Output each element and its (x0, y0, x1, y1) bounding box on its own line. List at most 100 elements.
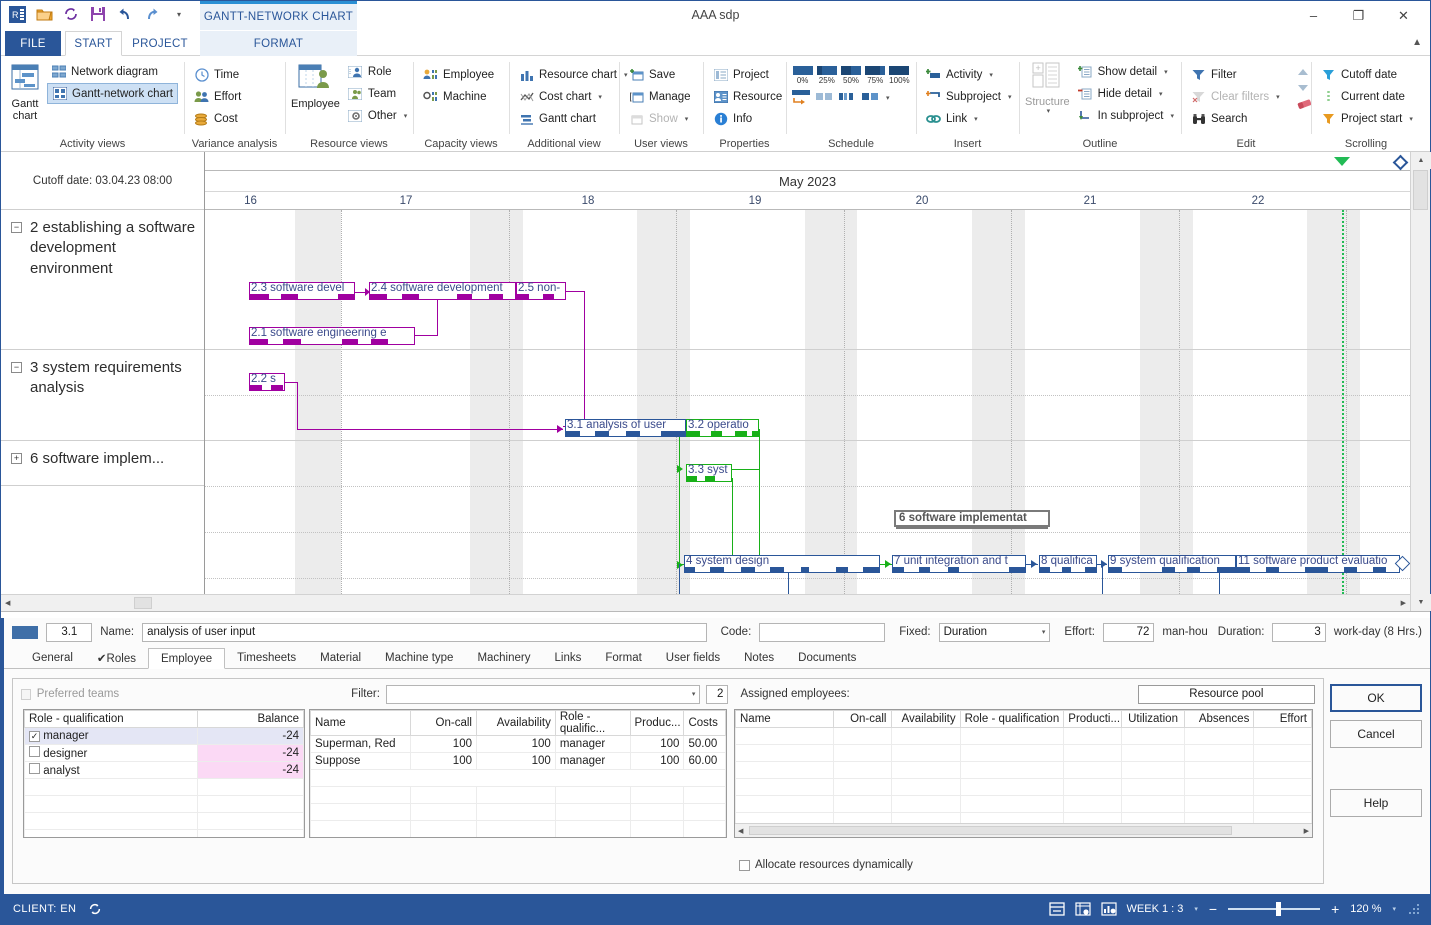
table-row[interactable] (735, 744, 1312, 762)
avail-col-role[interactable]: Role - qualific... (554, 710, 631, 736)
resource-properties-button[interactable]: Resource (709, 86, 782, 107)
role-checkbox-analyst[interactable] (29, 763, 40, 774)
tab-links[interactable]: Links (543, 647, 594, 668)
activity-name-input[interactable]: analysis of user input (142, 622, 707, 642)
chevron-down-icon[interactable]: ▾ (692, 690, 696, 698)
role-cell[interactable] (24, 829, 198, 837)
task-group-row-6[interactable]: + 6 software implem... (1, 441, 204, 486)
gantt-bar-8[interactable]: 8 qualifica (1039, 555, 1097, 573)
code-input[interactable] (759, 622, 886, 642)
employee-view-button[interactable]: Employee (291, 60, 340, 110)
chevron-down-icon[interactable]: ▾ (974, 115, 978, 123)
tab-roles[interactable]: ✔Roles (85, 647, 148, 668)
assigned-col-effort[interactable]: Effort (1253, 710, 1312, 728)
gantt-bars-canvas[interactable]: 6 software implementat 2.3 software deve… (205, 210, 1410, 594)
save-view-button[interactable]: Save (625, 64, 697, 85)
project-properties-button[interactable]: Project (709, 64, 780, 85)
table-row[interactable]: analyst -24 (24, 761, 304, 779)
vertical-scrollbar[interactable]: ▲ ▼ (1410, 152, 1431, 611)
role-button[interactable]: Role (344, 61, 411, 82)
table-row[interactable] (310, 803, 726, 821)
tab-format[interactable]: Format (593, 647, 653, 668)
chevron-down-icon[interactable]: ▾ (886, 94, 890, 102)
role-cell[interactable] (24, 795, 198, 813)
roles-col-balance[interactable]: Balance (196, 710, 304, 728)
in-subproject-button[interactable]: In subproject ▾ (1074, 105, 1178, 126)
chevron-down-icon[interactable]: ▾ (1409, 115, 1413, 123)
assigned-col-oncall[interactable]: On-call (832, 710, 892, 728)
other-button[interactable]: Other ▾ (344, 105, 411, 126)
scroll-right-icon[interactable]: ▶ (1401, 599, 1406, 607)
table-row[interactable] (311, 838, 726, 839)
role-cell[interactable] (24, 812, 198, 830)
cost-button[interactable]: Cost (190, 108, 279, 129)
preferred-teams-checkbox[interactable] (21, 688, 31, 700)
chevron-down-icon[interactable]: ▾ (404, 112, 408, 120)
chevron-down-icon[interactable]: ▾ (1159, 90, 1163, 98)
tab-employee[interactable]: Employee (147, 648, 226, 669)
avail-col-productivity[interactable]: Produc... (629, 710, 685, 736)
manage-view-button[interactable]: Manage (625, 86, 697, 107)
cost-chart-button[interactable]: Cost chart ▾ (515, 86, 613, 107)
gantt-bar-2-4[interactable]: 2.4 software development (369, 282, 516, 300)
detail-view-icon[interactable] (1049, 902, 1066, 917)
table-row[interactable]: ✓ manager -24 (24, 727, 304, 745)
machine-capacity-button[interactable]: Machine (419, 86, 503, 107)
tab-start[interactable]: START (65, 31, 122, 56)
allocate-dynamically-checkbox[interactable] (739, 859, 750, 871)
table-row[interactable] (24, 829, 304, 837)
activity-number-field[interactable]: 3.1 (46, 622, 93, 642)
effort-input[interactable]: 72 (1102, 622, 1155, 642)
collapse-expander-icon[interactable]: − (11, 362, 22, 373)
scroll-down-icon[interactable] (1296, 80, 1311, 95)
assigned-col-availability[interactable]: Availability (890, 710, 961, 728)
zoom-slider[interactable] (1228, 902, 1321, 916)
collapse-ribbon-icon[interactable]: ▲ (1412, 37, 1422, 48)
table-row[interactable] (24, 778, 304, 796)
tab-project[interactable]: PROJECT (125, 31, 195, 56)
progress-50-button[interactable]: 50% (840, 66, 861, 85)
maximize-button[interactable]: ❐ (1336, 1, 1381, 30)
schedule-split-c-icon[interactable] (861, 89, 881, 104)
task-group-row-2[interactable]: − 2 establishing a software development … (1, 210, 204, 350)
structure-button[interactable]: + Structure ▾ (1025, 60, 1070, 116)
table-view-icon[interactable] (1075, 902, 1092, 917)
available-employees-table-wrapper[interactable]: Name On-call Availability Role - qualifi… (309, 709, 727, 838)
expand-expander-icon[interactable]: + (11, 453, 22, 464)
role-checkbox-designer[interactable] (29, 746, 40, 757)
table-row[interactable]: designer -24 (24, 744, 304, 762)
progress-0-button[interactable]: 0% (792, 66, 813, 85)
assigned-col-name[interactable]: Name (735, 710, 834, 728)
chevron-down-icon[interactable]: ▾ (1042, 628, 1046, 636)
table-row[interactable]: Suppose 100 100 manager 100 60.00 (310, 752, 726, 770)
schedule-split-b-icon[interactable] (838, 89, 858, 104)
minimize-button[interactable]: – (1291, 1, 1336, 30)
insert-link-button[interactable]: Link ▾ (922, 108, 1013, 129)
avail-col-name[interactable]: Name (310, 710, 411, 736)
sync-icon[interactable] (86, 902, 103, 917)
network-diagram-button[interactable]: Network diagram (47, 61, 178, 82)
role-cell[interactable]: designer (24, 744, 198, 762)
fixed-select[interactable]: Duration ▾ (938, 622, 1051, 642)
avail-col-oncall[interactable]: On-call (409, 710, 477, 736)
gantt-bar-7[interactable]: 7 unit integration and t (892, 555, 1026, 573)
tab-general[interactable]: General (20, 647, 85, 668)
effort-button[interactable]: Effort (190, 86, 279, 107)
gantt-network-chart-button[interactable]: Gantt-network chart (47, 83, 178, 104)
role-cell[interactable]: analyst (24, 761, 198, 779)
tab-machine-type[interactable]: Machine type (373, 647, 465, 668)
gantt-chart-canvas[interactable]: May 2023 16 17 18 19 20 21 22 6 software… (205, 152, 1410, 594)
assigned-employees-table-wrapper[interactable]: Name On-call Availability Role - qualifi… (734, 709, 1313, 838)
table-row[interactable] (24, 812, 304, 830)
chart-view-icon[interactable] (1101, 902, 1118, 917)
gantt-bar-2-1[interactable]: 2.1 software engineering e (249, 327, 415, 345)
assigned-col-utilization[interactable]: Utilization (1120, 710, 1186, 728)
tab-material[interactable]: Material (308, 647, 373, 668)
chevron-down-icon[interactable]: ▾ (1392, 905, 1396, 913)
chevron-down-icon[interactable]: ▾ (685, 115, 689, 123)
gantt-bar-11[interactable]: 11 software product evaluatio (1236, 555, 1400, 573)
role-checkbox-manager[interactable]: ✓ (29, 731, 40, 742)
resource-pool-button[interactable]: Resource pool (1137, 684, 1316, 704)
tab-timesheets[interactable]: Timesheets (225, 647, 308, 668)
project-end-marker-icon[interactable] (1392, 154, 1409, 171)
